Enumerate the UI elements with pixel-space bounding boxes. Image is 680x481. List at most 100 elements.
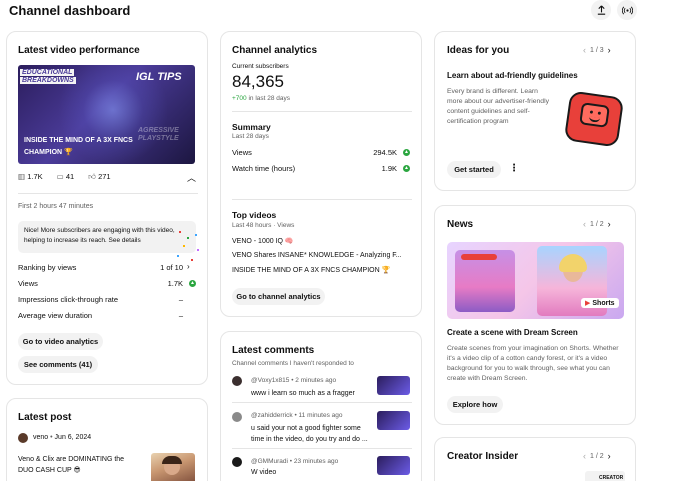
thumb-brand: IGL TIPS	[136, 71, 182, 83]
news-image[interactable]: ▶ Shorts	[447, 242, 624, 319]
ctr-label: Impressions click-through rate	[18, 295, 119, 304]
avatar	[232, 457, 242, 467]
news-image-pill	[461, 254, 497, 260]
views-stat: ▥ 1.7K	[18, 172, 43, 181]
up-arrow-icon: ▲	[403, 165, 410, 172]
post-text[interactable]: Veno & Clix are DOMINATING the DUO CASH …	[18, 454, 136, 476]
comment-meta: @zahidderrick • 11 minutes ago	[251, 412, 343, 419]
up-arrow-icon: ▲	[403, 149, 410, 156]
thumb-caption: INSIDE THE MIND OF A 3X FNCS CHAMPION 🏆	[24, 137, 133, 156]
avg-duration-value: –	[178, 311, 183, 320]
thumb-tag-2: BREAKDOWNS	[20, 77, 76, 84]
summary-views-value: 294.5K	[373, 148, 397, 157]
latest-post-card: Latest post veno • Jun 6, 2024 Veno & Cl…	[6, 398, 208, 481]
see-comments-button[interactable]: See comments (41)	[18, 356, 98, 373]
card-title: Latest video performance	[18, 45, 140, 56]
comments-stat: ▭ 41	[56, 172, 75, 181]
idea-body: Every brand is different. Learn more abo…	[447, 88, 549, 125]
news-pager: ‹ 1 / 2 ›	[583, 219, 611, 229]
video-stats: ▥ 1.7K ▭ 41 👍︎ 271	[18, 172, 111, 182]
news-image-hair	[559, 254, 587, 272]
collapse-chevron-up-icon[interactable]: ︿	[187, 171, 196, 184]
subs-change: +700 in last 28 days	[232, 95, 291, 102]
divider	[232, 111, 412, 112]
summary-views-label: Views	[232, 148, 252, 157]
comment-video-thumbnail[interactable]	[377, 456, 410, 475]
idea-headline[interactable]: Learn about ad-friendly guidelines	[447, 71, 578, 80]
chevron-left-icon[interactable]: ‹	[583, 219, 586, 229]
subs-label: Current subscribers	[232, 63, 289, 70]
top-video-item[interactable]: INSIDE THE MIND OF A 3X FNCS CHAMPION 🏆	[232, 266, 390, 274]
comment-meta: @Voxy1x815 • 2 minutes ago	[251, 377, 337, 384]
get-started-button[interactable]: Get started	[447, 161, 501, 178]
avatar	[232, 412, 242, 422]
views-label: Views	[18, 279, 38, 288]
comment-video-thumbnail[interactable]	[377, 376, 410, 395]
more-options-icon[interactable]: ⋮	[509, 163, 519, 174]
avatar	[232, 376, 242, 386]
go-live-button[interactable]	[617, 0, 637, 20]
shorts-badge: ▶ Shorts	[581, 298, 619, 308]
post-image-hair	[162, 456, 182, 464]
card-title: Channel analytics	[232, 45, 318, 56]
views-value: 1.7K	[167, 279, 183, 288]
comment-meta: @GMMuradi • 23 minutes ago	[251, 458, 339, 465]
summary-sub: Last 28 days	[232, 133, 269, 140]
go-to-channel-analytics-button[interactable]: Go to channel analytics	[232, 288, 325, 305]
post-date: Jun 6, 2024	[54, 434, 92, 441]
ranking-value: 1 of 10	[160, 263, 183, 272]
card-title: Ideas for you	[447, 45, 510, 56]
comment-video-thumbnail[interactable]	[377, 411, 410, 430]
comment-icon: ▭	[56, 172, 64, 181]
first-period: First 2 hours 47 minutes	[18, 203, 94, 210]
divider	[232, 448, 412, 449]
post-meta: veno • Jun 6, 2024	[33, 434, 92, 441]
top-video-item[interactable]: VENO - 1000 IQ 🧠	[232, 237, 294, 245]
likes-stat: 👍︎ 271	[88, 172, 111, 181]
chevron-left-icon[interactable]: ‹	[583, 451, 586, 461]
ideas-pager: ‹ 1 / 3 ›	[583, 45, 611, 55]
news-headline[interactable]: Create a scene with Dream Screen	[447, 328, 578, 337]
go-to-video-analytics-button[interactable]: Go to video analytics	[18, 333, 103, 350]
comment-text[interactable]: u said your not a good fighter some time…	[251, 423, 371, 445]
ad-friendly-sticker-icon	[563, 90, 625, 148]
insider-thumbnail[interactable]: CREATOR	[585, 471, 625, 481]
ideas-card: Ideas for you ‹ 1 / 3 › Learn about ad-f…	[434, 31, 636, 191]
post-author: veno	[33, 434, 49, 441]
bar-chart-icon: ▥	[18, 172, 26, 181]
upload-icon	[597, 5, 605, 15]
chevron-right-icon[interactable]: ›	[608, 45, 611, 55]
divider	[18, 193, 198, 194]
engagement-note-text[interactable]: Nice! More subscribers are engaging with…	[24, 226, 186, 246]
news-image-phone-left	[455, 250, 515, 312]
video-thumbnail[interactable]: EDUCATIONAL BREAKDOWNS IGL TIPS AGRESSIV…	[18, 65, 195, 164]
comment-text[interactable]: www i learn so much as a fragger	[251, 388, 361, 399]
news-card: News ‹ 1 / 2 › ▶ Shorts Create a scene w…	[434, 205, 636, 425]
top-video-item[interactable]: VENO Shares INSANE* KNOWLEDGE - Analyzin…	[232, 252, 402, 259]
news-body: Create scenes from your imagination on S…	[447, 345, 619, 382]
thumbs-up-icon: 👍︎	[88, 172, 96, 181]
card-title: Latest comments	[232, 345, 315, 356]
card-title: Latest post	[18, 412, 72, 423]
comment-text[interactable]: W video	[251, 469, 276, 476]
avg-duration-label: Average view duration	[18, 311, 93, 320]
card-title: News	[447, 219, 474, 230]
chevron-right-icon[interactable]: ›	[187, 262, 190, 271]
subs-value: 84,365	[232, 72, 284, 91]
chevron-right-icon[interactable]: ›	[608, 451, 611, 461]
comments-sub: Channel comments I haven't responded to	[232, 360, 354, 367]
chevron-right-icon[interactable]: ›	[608, 219, 611, 229]
chevron-left-icon[interactable]: ‹	[583, 45, 586, 55]
creator-insider-card: Creator Insider ‹ 1 / 2 › CREATOR	[434, 437, 636, 481]
insider-pager: ‹ 1 / 2 ›	[583, 451, 611, 461]
card-title: Creator Insider	[447, 451, 519, 462]
divider	[232, 199, 412, 200]
sticker-face	[579, 102, 610, 128]
explore-how-button[interactable]: Explore how	[447, 396, 503, 413]
watch-time-label: Watch time (hours)	[232, 164, 296, 173]
upload-button[interactable]	[591, 0, 611, 20]
page-title: Channel dashboard	[9, 3, 131, 18]
latest-video-card: Latest video performance EDUCATIONAL BRE…	[6, 31, 208, 385]
post-image[interactable]	[151, 453, 195, 481]
live-broadcast-icon	[621, 6, 633, 14]
